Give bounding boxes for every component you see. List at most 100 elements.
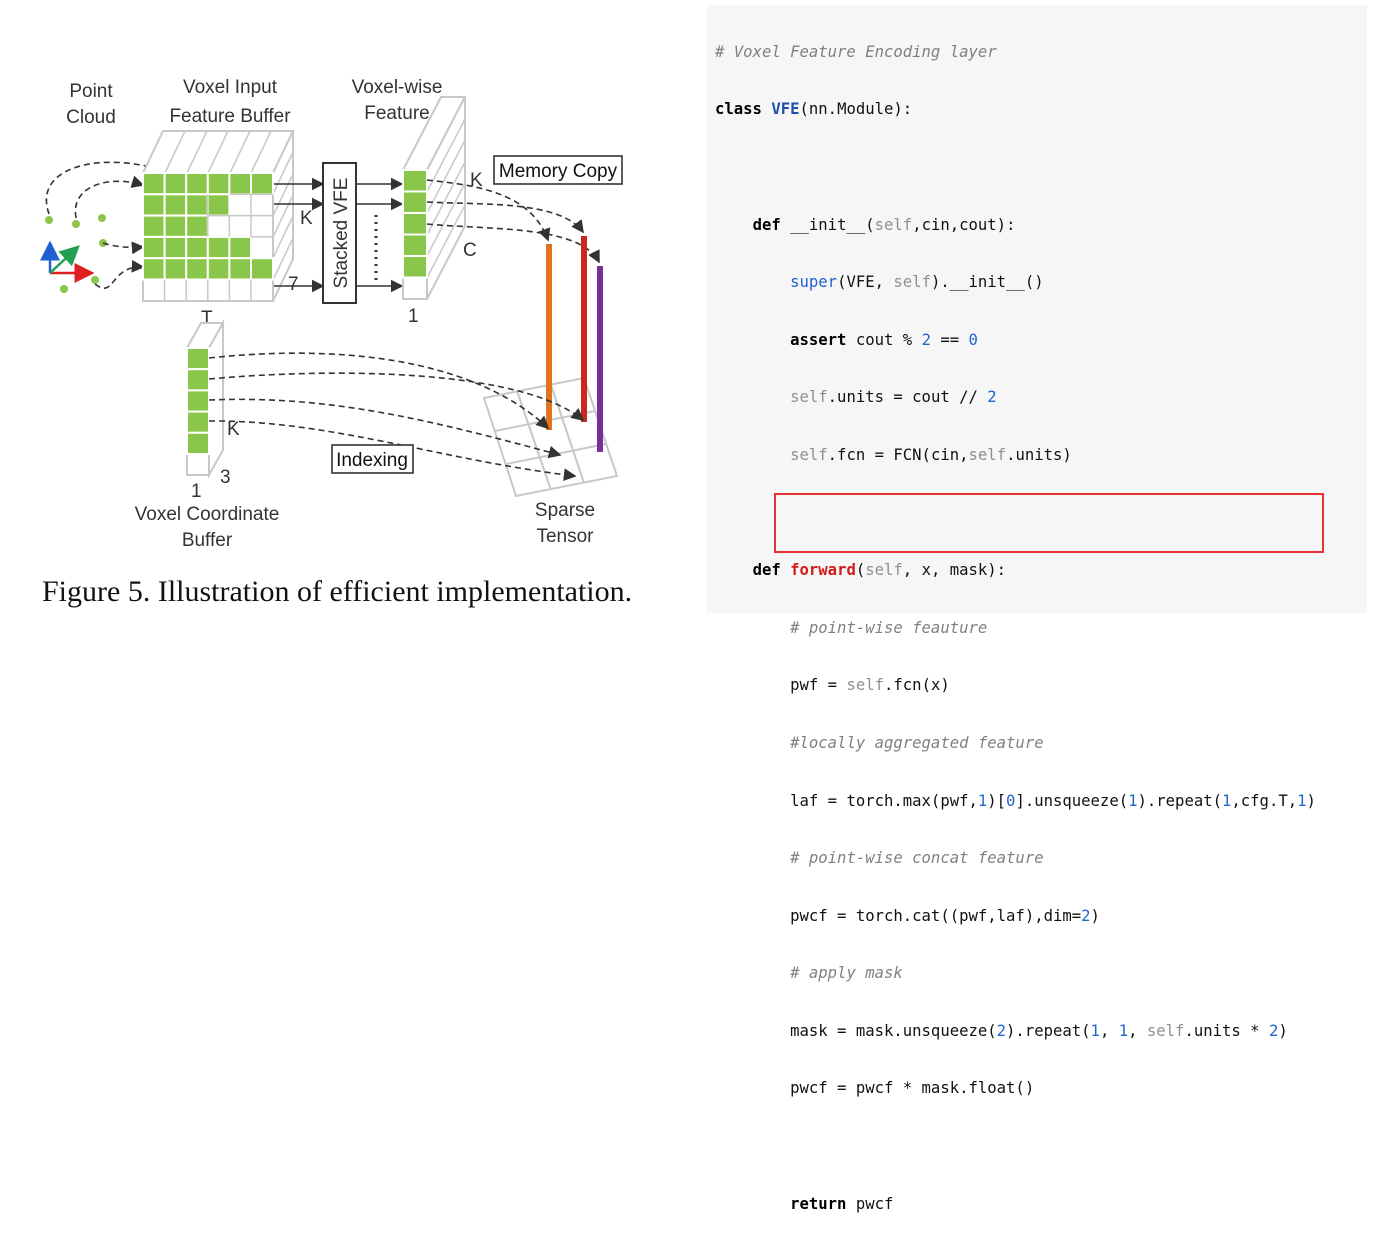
voxel-input-label-1: Voxel Input (183, 77, 278, 98)
code-text-run: .units) (1006, 445, 1072, 464)
code-text-run: ( (855, 561, 866, 580)
code-line-11: # point-wise feauture (715, 614, 1316, 643)
builtin: super (790, 273, 838, 292)
code-text-run: ).repeat( (1006, 1021, 1091, 1040)
code-text-run: , (1128, 1021, 1147, 1040)
number: 1 (1222, 791, 1232, 810)
point-cloud-label-2: Cloud (66, 107, 116, 128)
voxel-wise-label-2: Feature (364, 103, 429, 124)
code-text-run: ).repeat( (1137, 791, 1223, 810)
code-line-12: pwf = self.fcn(x) (715, 671, 1316, 700)
figure-diagram: Point Cloud Voxel Input Feature Buffer V… (40, 77, 623, 551)
figure-caption: Figure 5. Illustration of efficient impl… (42, 575, 633, 608)
number: 0 (968, 330, 978, 349)
voxel-wise-feature-column (401, 96, 467, 300)
comment: # point-wise feauture (790, 618, 988, 637)
code-text-run: (VFE, (837, 273, 894, 292)
vfe-illustration-figure: Point Cloud Voxel Input Feature Buffer V… (0, 0, 700, 624)
class-name: VFE (771, 100, 800, 119)
code-line-8: self.fcn = FCN(cin,self.units) (715, 441, 1316, 470)
code-text-run: , x, mask): (902, 561, 1007, 580)
coordinate-axes-icon (40, 240, 95, 283)
number: 1 (1118, 1021, 1129, 1040)
comment: #locally aggregated feature (790, 733, 1044, 752)
code-text-run: pwcf = pwcf * mask.float() (790, 1079, 1035, 1098)
voxel-coord-label-1: Voxel Coordinate (135, 504, 280, 525)
code-line-14: laf = torch.max(pwf,1)[0].unsqueeze(1).r… (715, 787, 1316, 816)
voxel-input-label-2: Feature Buffer (169, 106, 291, 127)
code-text-run: .fcn(x) (884, 676, 950, 695)
self-token: self (1146, 1021, 1185, 1040)
code-text-run: ].unsqueeze( (1015, 791, 1129, 810)
coord-one-label: 1 (191, 481, 202, 502)
self-token: self (865, 561, 903, 580)
point-cloud-label-1: Point (69, 81, 113, 102)
feature-one-label: 1 (408, 306, 419, 327)
code-line-7: self.units = cout // 2 (715, 383, 1316, 412)
code-line-19: pwcf = pwcf * mask.float() (715, 1074, 1316, 1103)
code-text-run: ) (1278, 1021, 1288, 1040)
self-token: self (790, 388, 828, 407)
number: 2 (996, 1021, 1007, 1040)
code-text-run: .fcn = FCN(cin, (827, 445, 969, 464)
code-text: # Voxel Feature Encoding layer class VFE… (715, 9, 1316, 1247)
indexing-label: Indexing (336, 450, 408, 471)
code-line-1: # Voxel Feature Encoding layer (715, 38, 1316, 67)
code-text-run: laf = torch.max(pwf, (790, 791, 978, 810)
code-line-5: super(VFE, self).__init__() (715, 268, 1316, 297)
code-line-17: # apply mask (715, 959, 1316, 988)
number: 0 (1006, 791, 1016, 810)
code-text-run: ).__init__() (930, 273, 1044, 292)
code-line-21: return pwcf (715, 1190, 1316, 1219)
c-label: C (463, 240, 477, 261)
number: 2 (1268, 1021, 1279, 1040)
code-line-4: def __init__(self,cin,cout): (715, 211, 1316, 240)
self-token: self (893, 273, 931, 292)
number: 1 (977, 791, 988, 810)
point-cloud-points (45, 214, 107, 293)
code-text-run: )[ (987, 791, 1007, 810)
number: 2 (987, 388, 997, 407)
voxel-wise-label-1: Voxel-wise (352, 77, 443, 98)
number: 1 (1090, 1021, 1100, 1040)
number: 1 (1297, 791, 1307, 810)
comment: # Voxel Feature Encoding layer (715, 42, 997, 61)
buffer-k-label: K (300, 208, 313, 229)
self-token: self (874, 215, 913, 234)
bar-red (581, 236, 587, 422)
voxel-input-feature-buffer (141, 130, 295, 302)
coord-three-label: 3 (220, 467, 231, 488)
number: 2 (1081, 906, 1091, 925)
voxel-coordinate-buffer (185, 319, 225, 479)
self-token: self (846, 676, 885, 695)
sparse-tensor-label-1: Sparse (535, 500, 595, 521)
code-text-run: .units = cout // (827, 388, 988, 407)
sparse-tensor-label-2: Tensor (536, 526, 594, 547)
bar-purple (597, 266, 603, 452)
keyword: def (752, 561, 781, 580)
voxel-coord-label-2: Buffer (182, 530, 233, 551)
self-token: self (790, 445, 828, 464)
keyword: return (790, 1194, 847, 1213)
memory-copy-label: Memory Copy (499, 161, 618, 182)
number: 1 (1128, 791, 1138, 810)
code-line-2: class VFE(nn.Module): (715, 95, 1316, 124)
code-line-18: mask = mask.unsqueeze(2).repeat(1, 1, se… (715, 1017, 1316, 1046)
code-line-15: # point-wise concat feature (715, 844, 1316, 873)
code-text-run: pwcf (846, 1194, 894, 1213)
code-text-run: cout % (846, 330, 922, 349)
code-text-run: mask = mask.unsqueeze( (790, 1021, 997, 1040)
code-text-run: pwcf = torch.cat((pwf,laf),dim= (790, 906, 1082, 925)
code-text-run: , (1099, 1021, 1119, 1040)
keyword: assert (790, 330, 847, 349)
code-text-run: ,cfg.T, (1231, 791, 1298, 810)
code-text-run: ,cin,cout): (912, 215, 1016, 234)
vfe-to-feature-arrows (356, 177, 404, 293)
code-line-10: def forward(self, x, mask): (715, 556, 1316, 585)
code-line-16: pwcf = torch.cat((pwf,laf),dim=2) (715, 902, 1316, 931)
number: 2 (921, 330, 931, 349)
stacked-vfe-label: Stacked VFE (331, 178, 352, 289)
code-text-run: .units * (1184, 1021, 1269, 1040)
